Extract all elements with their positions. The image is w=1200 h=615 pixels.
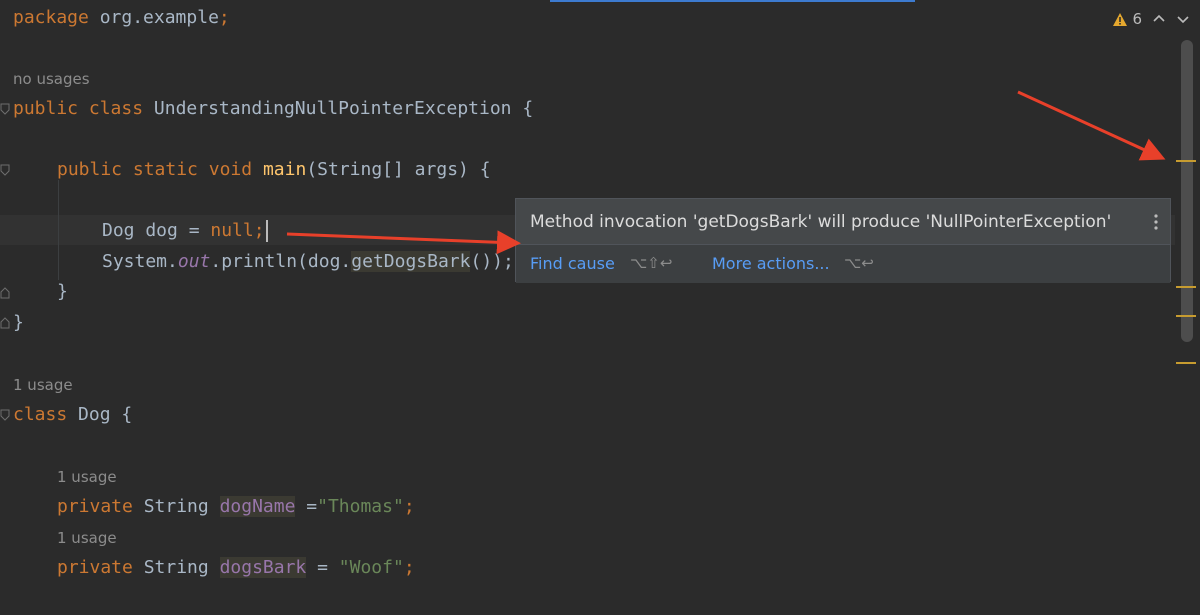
operator: = [295, 496, 318, 517]
keyword: private [57, 557, 133, 578]
indent-guide [58, 180, 59, 280]
more-actions-link[interactable]: More actions... [712, 254, 830, 273]
more-options-icon[interactable] [1154, 213, 1158, 231]
string-literal: "Thomas" [317, 496, 404, 517]
code-line-dog-class[interactable]: class Dog { [13, 400, 132, 430]
chevron-up-icon[interactable] [1152, 12, 1166, 26]
warning-count-label: 6 [1132, 10, 1142, 28]
code-line-dog-null[interactable]: Dog dog = null; [102, 216, 268, 246]
method-warning-highlight[interactable]: getDogsBark [351, 251, 471, 272]
code-line-main-decl[interactable]: public static void main(String[] args) { [57, 155, 491, 185]
class-name: UnderstandingNullPointerException { [143, 98, 534, 119]
out-field: out [177, 251, 211, 272]
warning-stripe-marker[interactable] [1176, 286, 1196, 288]
keyword: package [13, 7, 89, 28]
keyword: static [132, 159, 198, 180]
system-ref: System. [102, 251, 178, 272]
fold-icon[interactable] [0, 409, 10, 421]
semicolon: ; [218, 7, 230, 28]
code-line-package[interactable]: package org.example; [13, 3, 230, 33]
type: String [132, 496, 220, 517]
keyword: class [88, 98, 144, 119]
popup-actions-bar: Find cause ⌥⇧↩ More actions... ⌥↩ [516, 244, 1170, 283]
code-line-println[interactable]: System.out.println(dog.getDogsBark()); [102, 247, 514, 277]
code-editor[interactable]: package org.example; no usages public cl… [0, 0, 1200, 615]
inspection-widget[interactable]: 6 [1112, 8, 1190, 30]
class-name: Dog { [67, 404, 133, 425]
keyword: private [57, 496, 133, 517]
find-cause-shortcut: ⌥⇧↩ [630, 254, 673, 272]
warning-stripe-marker[interactable] [1176, 362, 1196, 364]
usages-hint[interactable]: 1 usage [13, 375, 73, 395]
semicolon: ; [253, 220, 265, 241]
method-name: main [262, 159, 307, 180]
popup-message: Method invocation 'getDogsBark' will pro… [530, 212, 1112, 232]
active-tab-indicator [550, 0, 915, 2]
fold-icon[interactable] [0, 103, 10, 115]
operator: = [306, 557, 339, 578]
keyword: class [13, 404, 68, 425]
inspection-popup: Method invocation 'getDogsBark' will pro… [515, 198, 1171, 283]
warning-count[interactable]: 6 [1112, 10, 1142, 28]
code-line-field-dogname[interactable]: private String dogName ="Thomas"; [57, 492, 415, 522]
more-actions-shortcut: ⌥↩ [844, 254, 874, 272]
declaration: Dog dog = [102, 220, 211, 241]
call-suffix: ()); [470, 251, 514, 272]
field-name: dogsBark [219, 557, 307, 578]
code-line-class-decl[interactable]: public class UnderstandingNullPointerExc… [13, 94, 533, 124]
keyword: void [208, 159, 253, 180]
keyword: public [13, 98, 79, 119]
keyword: public [57, 159, 123, 180]
semicolon: ; [403, 557, 415, 578]
package-name: org.example [88, 7, 219, 28]
code-line-field-dogsbark[interactable]: private String dogsBark = "Woof"; [57, 553, 415, 583]
string-literal: "Woof" [338, 557, 404, 578]
semicolon: ; [403, 496, 415, 517]
warning-triangle-icon [1113, 12, 1128, 26]
usages-hint[interactable]: 1 usage [57, 528, 117, 548]
println-call: .println(dog. [210, 251, 352, 272]
field-name: dogName [219, 496, 296, 517]
usages-hint[interactable]: 1 usage [57, 467, 117, 487]
null-keyword: null [210, 220, 254, 241]
chevron-down-icon[interactable] [1176, 12, 1190, 26]
vertical-scrollbar[interactable] [1181, 40, 1193, 342]
text-caret [265, 220, 268, 242]
method-params: (String[] args) { [306, 159, 491, 180]
fold-icon[interactable] [0, 164, 10, 176]
warning-stripe-marker[interactable] [1176, 315, 1196, 317]
code-line-close-class[interactable]: } [13, 308, 24, 338]
find-cause-link[interactable]: Find cause [530, 254, 615, 273]
fold-icon[interactable] [0, 287, 10, 299]
type: String [132, 557, 220, 578]
code-line-close-method[interactable]: } [57, 277, 68, 307]
usages-hint[interactable]: no usages [13, 69, 90, 89]
fold-icon[interactable] [0, 317, 10, 329]
warning-stripe-marker[interactable] [1176, 160, 1196, 162]
